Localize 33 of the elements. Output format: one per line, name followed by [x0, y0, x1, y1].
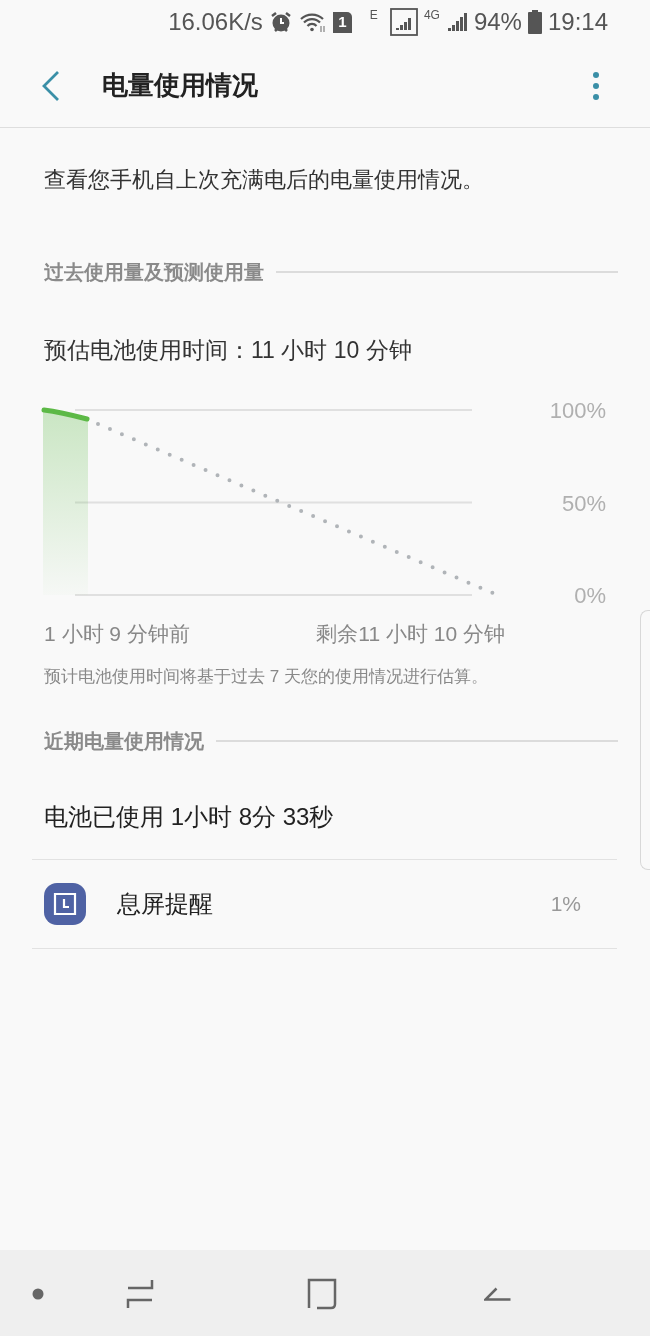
sim-badge: 1	[332, 11, 352, 33]
network-type: 4G	[423, 7, 440, 24]
estimate-text: 预估电池使用时间：11 小时 10 分钟	[44, 336, 413, 365]
back-icon	[41, 69, 61, 102]
back-icon	[484, 1286, 512, 1302]
section-heading: 过去使用量及预测使用量	[44, 260, 264, 285]
axis-label: 0%	[574, 582, 606, 608]
app-icon	[44, 883, 86, 925]
axis-label: 100%	[549, 397, 606, 423]
network-type: E	[369, 7, 378, 24]
axis-label: 50%	[561, 490, 606, 515]
usage-percent: 1%	[550, 891, 581, 918]
usage-line	[41, 407, 90, 421]
app-usage-row[interactable]: 息屏提醒 1%	[32, 860, 617, 949]
signal-icon	[445, 11, 468, 33]
battery-icon	[527, 10, 542, 34]
signal-icon	[389, 8, 418, 36]
app-name: 息屏提醒	[117, 889, 213, 919]
battery-percent: 94%	[473, 7, 522, 37]
more-icon	[592, 70, 600, 101]
network-speed: 16.06K/s	[168, 7, 263, 37]
section-heading: 近期电量使用情况	[44, 729, 204, 754]
note-text: 预计电池使用时间将基于过去 7 天您的使用情况进行估算。	[44, 665, 489, 688]
home-icon	[307, 1278, 337, 1310]
axis-label: 剩余11 小时 10 分钟	[316, 621, 505, 645]
dot-icon	[32, 1288, 44, 1300]
description-text: 查看您手机自上次充满电后的电量使用情况。	[44, 166, 485, 194]
axis-label: 1 小时 9 分钟前	[44, 621, 190, 645]
clock: 19:14	[547, 7, 608, 37]
usage-time: 电池已使用 1小时 8分 33秒	[44, 802, 335, 832]
recents-icon	[126, 1278, 154, 1310]
edge-panel-handle[interactable]	[640, 610, 650, 870]
page-title: 电量使用情况	[102, 69, 258, 102]
